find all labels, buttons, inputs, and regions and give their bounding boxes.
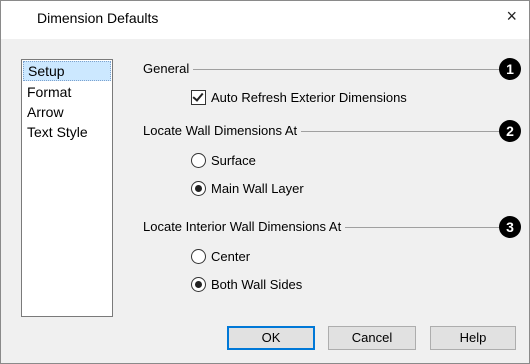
callout-badge-2: 2 — [499, 120, 521, 142]
category-item-format[interactable]: Format — [22, 82, 112, 102]
title-bar: Dimension Defaults × — [1, 1, 529, 39]
surface-radio[interactable] — [191, 153, 206, 168]
callout-badge-3: 3 — [499, 216, 521, 238]
category-item-arrow[interactable]: Arrow — [22, 102, 112, 122]
help-button[interactable]: Help — [430, 326, 516, 350]
auto-refresh-checkbox[interactable] — [191, 90, 206, 105]
category-list[interactable]: Setup Format Arrow Text Style — [21, 59, 113, 317]
radio-selected-dot — [195, 281, 202, 288]
wall-dimensions-group-label: Locate Wall Dimensions At — [143, 123, 302, 138]
callout-badge-1: 1 — [499, 58, 521, 80]
auto-refresh-label[interactable]: Auto Refresh Exterior Dimensions — [211, 90, 407, 105]
ok-button[interactable]: OK — [227, 326, 315, 350]
main-wall-layer-radio[interactable] — [191, 181, 206, 196]
cancel-button[interactable]: Cancel — [328, 326, 416, 350]
category-item-text-style[interactable]: Text Style — [22, 122, 112, 142]
category-item-setup[interactable]: Setup — [23, 61, 111, 81]
general-group-rule — [143, 69, 501, 70]
surface-label[interactable]: Surface — [211, 153, 256, 168]
interior-dimensions-group-label: Locate Interior Wall Dimensions At — [143, 219, 346, 234]
window-title: Dimension Defaults — [37, 10, 159, 26]
center-label[interactable]: Center — [211, 249, 250, 264]
main-wall-layer-label[interactable]: Main Wall Layer — [211, 181, 304, 196]
both-wall-sides-label[interactable]: Both Wall Sides — [211, 277, 302, 292]
dimension-defaults-dialog: Dimension Defaults × Setup Format Arrow … — [0, 0, 530, 364]
check-mark-icon — [192, 90, 204, 102]
center-radio[interactable] — [191, 249, 206, 264]
both-wall-sides-radio[interactable] — [191, 277, 206, 292]
radio-selected-dot — [195, 185, 202, 192]
close-icon[interactable]: × — [506, 7, 517, 25]
general-group-label: General — [143, 61, 194, 76]
